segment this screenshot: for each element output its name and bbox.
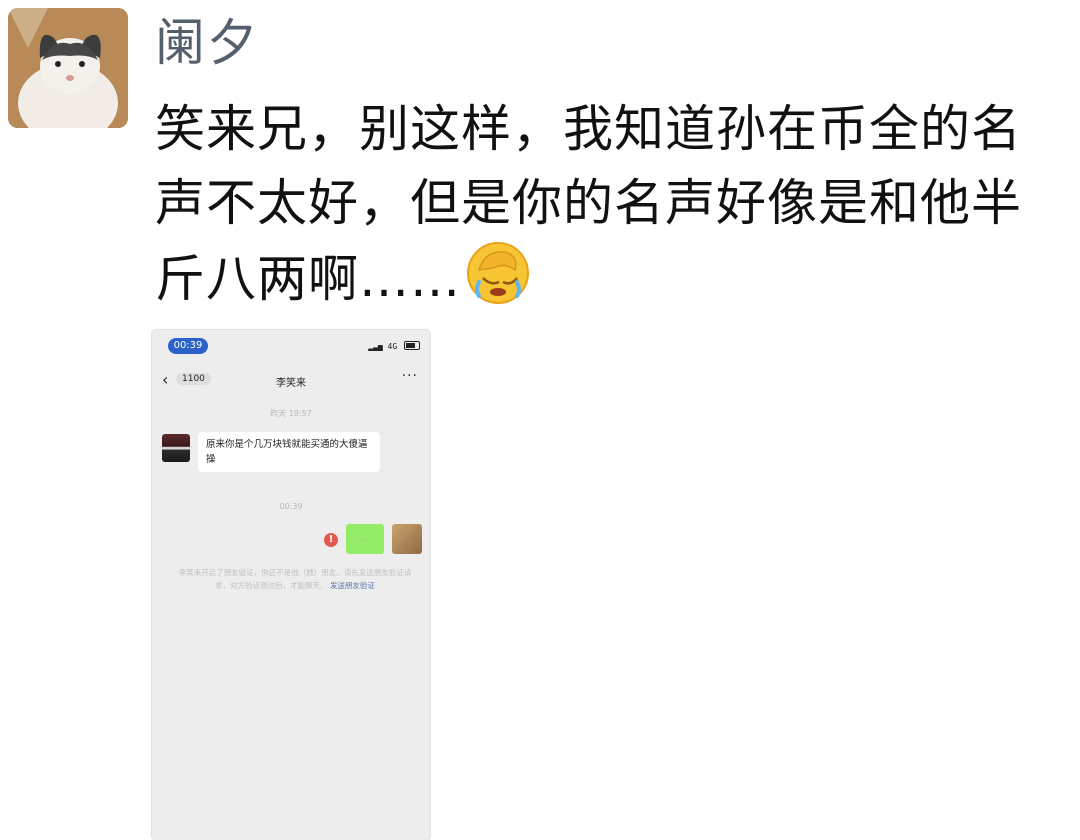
signal-bars-icon: ▂▃▅ [368, 342, 383, 351]
contact-avatar[interactable] [162, 434, 190, 462]
poster-username[interactable]: 阑夕 [155, 8, 259, 78]
post-text-content: 笑来兄，别这样，我知道孙在币全的名声不太好，但是你的名声好像是和他半斤八两啊…… [155, 100, 1022, 308]
poster-avatar[interactable] [8, 8, 128, 128]
chat-title: 李笑来 [276, 378, 306, 389]
system-notice-text: 李笑来开启了朋友验证，你还不是他（她）朋友。请先发送朋友验证请求，对方验证通过后… [178, 568, 412, 590]
send-failed-icon[interactable]: ! [324, 533, 338, 547]
timestamp: 00:39 [279, 502, 303, 511]
post-text: 笑来兄，别这样，我知道孙在币全的名声不太好，但是你的名声好像是和他半斤八两啊…… [155, 92, 1070, 316]
timestamp: 昨天 19:57 [270, 409, 312, 418]
chat-nav-bar: ‹ 1100 李笑来 ··· [152, 364, 430, 394]
face-palm-crying-emoji-icon [467, 242, 529, 304]
status-time: 00:39 [168, 338, 208, 354]
self-avatar[interactable] [392, 524, 422, 554]
friend-verification-notice: 李笑来开启了朋友验证，你还不是他（她）朋友。请先发送朋友验证请求，对方验证通过后… [172, 566, 418, 592]
chat-screenshot[interactable]: 00:39 ▂▃▅ 4G ‹ 1100 李笑来 ··· 昨天 19:57 原来你… [152, 330, 430, 840]
cat-avatar-image [8, 8, 128, 128]
battery-icon [404, 341, 420, 350]
outgoing-message-bubble[interactable]: ... [346, 524, 384, 554]
signal-indicator: ▂▃▅ 4G [368, 341, 420, 351]
network-type: 4G [387, 342, 398, 351]
incoming-message-bubble[interactable]: 原来你是个几万块钱就能买通的大傻逼 操 [198, 432, 380, 472]
status-bar: 00:39 ▂▃▅ 4G [152, 330, 430, 364]
send-verification-link[interactable]: 发送朋友验证 [330, 581, 375, 590]
more-options-icon[interactable]: ··· [402, 368, 418, 384]
